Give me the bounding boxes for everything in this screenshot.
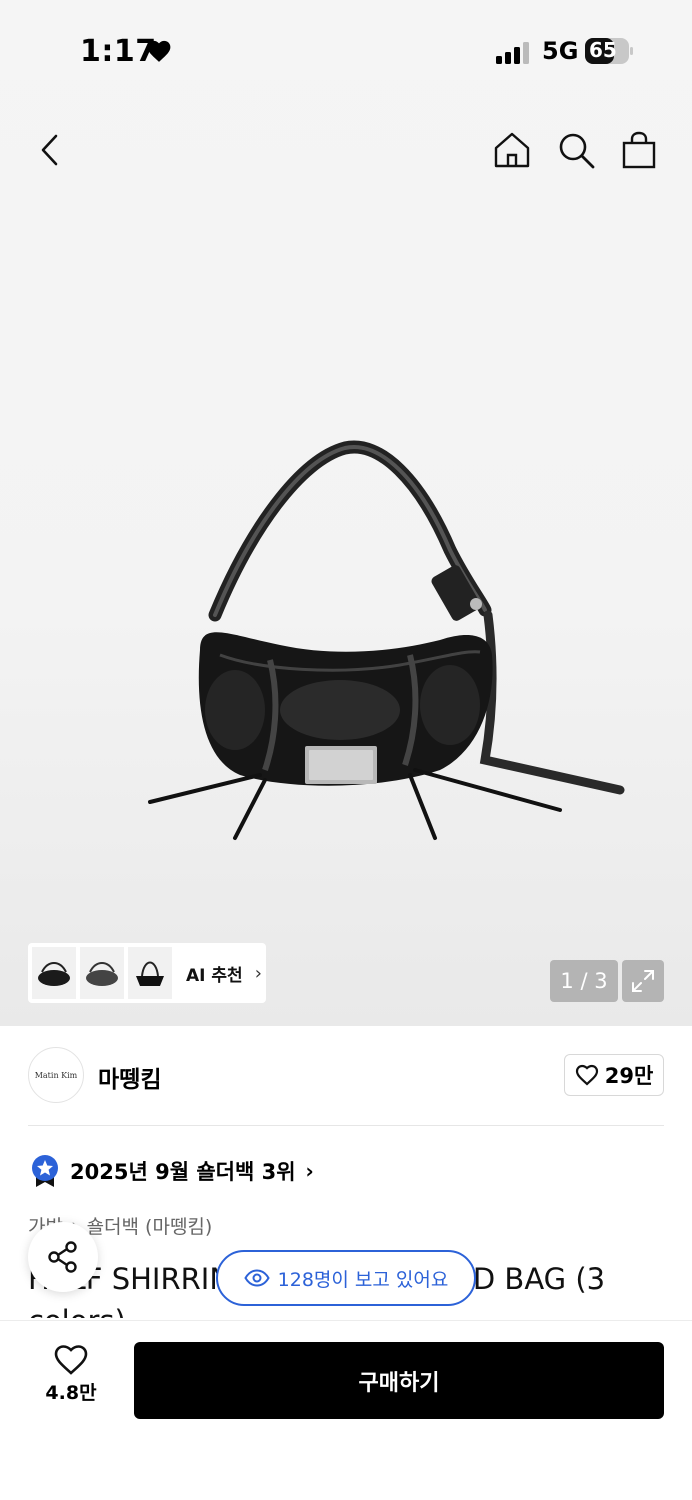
network-type: 5G [542, 37, 579, 65]
bag-thumbnail-icon [136, 961, 164, 986]
thumbnail-1[interactable] [32, 947, 76, 999]
bag-thumbnail-icon [86, 962, 118, 986]
back-button[interactable] [28, 128, 72, 172]
brand-name[interactable]: 마뗑킴 [98, 1060, 161, 1094]
home-icon [494, 132, 530, 168]
live-viewers-badge: 128명이 보고 있어요 [216, 1250, 476, 1306]
chevron-left-icon [41, 134, 58, 166]
breadcrumb-subcategory[interactable]: 숄더백 (마뗑킴) [87, 1212, 213, 1239]
divider [28, 1125, 664, 1126]
brand-like-count: 29만 [604, 1064, 654, 1088]
ai-recommendation-label: AI 추천 [186, 965, 243, 986]
brand-logo-text: Matin Kim [34, 1070, 78, 1080]
ranking-badge-icon [32, 1155, 58, 1187]
share-button[interactable] [28, 1222, 98, 1292]
search-button[interactable] [554, 128, 598, 172]
thumbnail-3[interactable] [128, 947, 172, 999]
ai-recommendation-strip[interactable]: AI 추천 › [28, 943, 266, 1003]
cart-button[interactable] [617, 128, 661, 172]
chevron-right-icon: › [254, 962, 262, 984]
share-icon [48, 1241, 77, 1273]
live-viewers-text: 128명이 보고 있어요 [277, 1268, 449, 1291]
chevron-right-icon: › [305, 1159, 314, 1183]
ranking-link[interactable]: 2025년 9월 숄더백 3위 › [30, 1154, 314, 1188]
search-icon [559, 133, 595, 169]
heart-outline-icon [575, 1064, 598, 1086]
shopping-bag-icon [622, 131, 656, 169]
wishlist-count: 4.8만 [45, 1382, 97, 1404]
ranking-text: 2025년 9월 숄더백 3위 [70, 1160, 296, 1184]
brand-logo[interactable]: Matin Kim [28, 1047, 84, 1103]
bag-thumbnail-icon [38, 962, 70, 986]
status-bar: 1:17 5G 65 [0, 0, 692, 100]
thumbnail-2[interactable] [80, 947, 124, 999]
product-image-gallery[interactable]: 1:17 5G 65 AI 추천 › 1 / 3 [0, 0, 692, 1026]
heart-outline-icon [54, 1345, 88, 1375]
heart-icon [147, 40, 171, 62]
battery-level: 65 [589, 38, 617, 62]
image-page-counter: 1 / 3 [550, 960, 618, 1002]
home-button[interactable] [490, 128, 534, 172]
expand-icon [632, 970, 654, 992]
product-photo [148, 440, 625, 840]
wishlist-button[interactable]: 4.8만 [36, 1344, 106, 1414]
eye-icon [243, 1269, 270, 1287]
brand-like-button[interactable]: 29만 [564, 1054, 664, 1096]
expand-button[interactable] [622, 960, 664, 1002]
buy-button[interactable]: 구매하기 [134, 1342, 664, 1419]
signal-icon [496, 42, 529, 64]
